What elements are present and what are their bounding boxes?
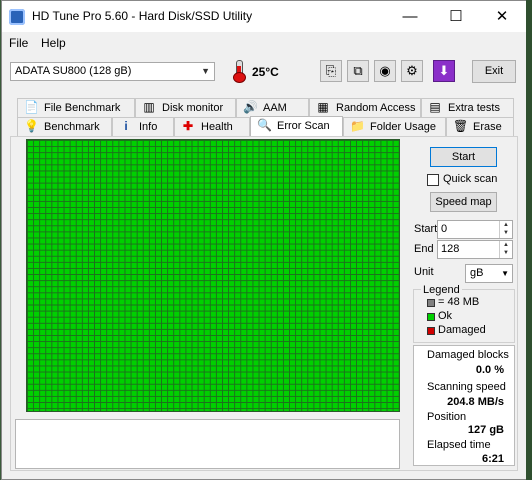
scan-log-box — [15, 419, 400, 469]
scanning-speed-label: Scanning speed — [427, 381, 506, 393]
damaged-blocks-value: 0.0 % — [475, 364, 504, 376]
close-button[interactable]: ✕ — [479, 1, 525, 32]
chevron-down-icon: ▼ — [201, 66, 210, 76]
start-field[interactable]: 0 ▲ ▼ — [437, 220, 513, 239]
tab-label: File Benchmark — [44, 102, 121, 114]
tab-error-scan[interactable]: 🔍 Error Scan — [250, 116, 343, 137]
minimize-button[interactable]: — — [387, 1, 433, 32]
options-button[interactable]: ⚙ — [401, 60, 423, 82]
tab-label: Error Scan — [277, 120, 330, 132]
scanning-speed-value: 204.8 MB/s — [447, 396, 504, 408]
unit-select[interactable]: gB ▼ — [465, 264, 513, 283]
tab-health[interactable]: ✚ Health — [174, 117, 250, 136]
legend-ok-swatch — [427, 313, 435, 321]
info-icon: i — [124, 119, 128, 133]
start-field-value: 0 — [441, 223, 448, 235]
legend-block-swatch — [427, 299, 435, 307]
tab-file-benchmark[interactable]: 📄 File Benchmark — [17, 98, 135, 117]
thermometer-icon — [230, 59, 248, 83]
copy-info-icon: ⎘ — [325, 63, 337, 78]
damaged-blocks-label: Damaged blocks — [427, 349, 509, 361]
desktop-background-edge — [526, 0, 532, 480]
disk-monitor-icon: ▥ — [143, 100, 155, 114]
legend-damaged-swatch — [427, 327, 435, 335]
tab-label: Benchmark — [44, 121, 100, 133]
start-spinner[interactable]: ▲ ▼ — [499, 221, 512, 238]
tab-label: Disk monitor — [162, 102, 224, 114]
benchmark-icon: 💡 — [24, 119, 39, 133]
screenshot-button[interactable]: ◉ — [374, 60, 396, 82]
chevron-down-icon: ▼ — [501, 269, 509, 278]
maximize-button[interactable]: ☐ — [433, 1, 479, 32]
tab-label: AAM — [263, 102, 287, 114]
end-spinner[interactable]: ▲ ▼ — [499, 241, 512, 258]
tab-label: Random Access — [336, 102, 416, 114]
copy-screenshot-button[interactable]: ⧉ — [347, 60, 369, 82]
camera-icon: ◉ — [379, 63, 391, 78]
exit-button[interactable]: Exit — [472, 60, 516, 83]
quick-scan-label[interactable]: Quick scan — [443, 173, 497, 185]
copy-screenshot-icon: ⧉ — [353, 63, 363, 78]
options-icon: ⚙ — [406, 63, 418, 78]
legend-ok-label: Ok — [438, 310, 453, 322]
speed-map-button[interactable]: Speed map — [430, 192, 497, 212]
tab-extra-tests[interactable]: ▤ Extra tests — [421, 98, 514, 117]
start-button[interactable]: Start — [430, 147, 497, 167]
tab-label: Info — [139, 121, 158, 133]
save-icon: ⬇ — [438, 63, 450, 78]
window-title: HD Tune Pro 5.60 - Hard Disk/SSD Utility — [32, 9, 253, 23]
menu-file[interactable]: File — [9, 36, 28, 50]
tab-label: Erase — [473, 121, 502, 133]
tab-info[interactable]: i Info — [112, 117, 174, 136]
file-benchmark-icon: 📄 — [24, 100, 39, 114]
end-field-label: End — [414, 243, 434, 255]
quick-scan-checkbox[interactable] — [427, 174, 439, 186]
tab-label: Folder Usage — [370, 121, 437, 133]
end-field[interactable]: 128 ▲ ▼ — [437, 240, 513, 259]
position-value: 127 gB — [467, 424, 504, 436]
drive-select-value: ADATA SU800 (128 gB) — [15, 65, 132, 77]
menu-help[interactable]: Help — [41, 36, 66, 50]
tab-benchmark[interactable]: 💡 Benchmark — [17, 117, 112, 136]
unit-select-value: gB — [470, 267, 484, 279]
elapsed-time-value: 6:21 — [481, 453, 504, 465]
error-scan-icon: 🔍 — [257, 118, 272, 132]
legend-block-size: = 48 MB — [438, 296, 480, 308]
erase-icon: 🗑 — [453, 119, 469, 133]
legend-damaged-label: Damaged — [438, 324, 486, 336]
menu-bar: File Help — [2, 33, 527, 53]
drive-select[interactable]: ADATA SU800 (128 gB) ▼ — [10, 62, 215, 81]
tab-random-access[interactable]: ▦ Random Access — [309, 98, 421, 117]
temperature-readout: 25°C — [252, 65, 279, 79]
tab-label: Health — [201, 121, 233, 133]
extra-tests-icon: ▤ — [429, 100, 441, 114]
unit-label: Unit — [414, 266, 434, 278]
start-field-label: Start — [414, 223, 438, 235]
legend-title: Legend — [421, 284, 462, 296]
speaker-icon: 🔊 — [243, 100, 258, 114]
title-bar[interactable]: HD Tune Pro 5.60 - Hard Disk/SSD Utility… — [2, 1, 527, 32]
save-button[interactable]: ⬇ — [433, 60, 455, 82]
end-field-value: 128 — [441, 243, 460, 255]
tab-folder-usage[interactable]: 📁 Folder Usage — [343, 117, 446, 136]
elapsed-time-label: Elapsed time — [427, 439, 491, 451]
tab-erase[interactable]: 🗑 Erase — [446, 117, 514, 136]
scan-block-map — [26, 139, 400, 412]
tab-disk-monitor[interactable]: ▥ Disk monitor — [135, 98, 236, 117]
tab-aam[interactable]: 🔊 AAM — [236, 98, 309, 117]
random-access-icon: ▦ — [317, 100, 329, 114]
hd-tune-app-icon — [9, 9, 25, 25]
tab-label: Extra tests — [448, 102, 500, 114]
copy-info-button[interactable]: ⎘ — [320, 60, 342, 82]
position-label: Position — [427, 411, 467, 423]
health-icon: ✚ — [182, 119, 194, 133]
folder-icon: 📁 — [350, 119, 365, 133]
